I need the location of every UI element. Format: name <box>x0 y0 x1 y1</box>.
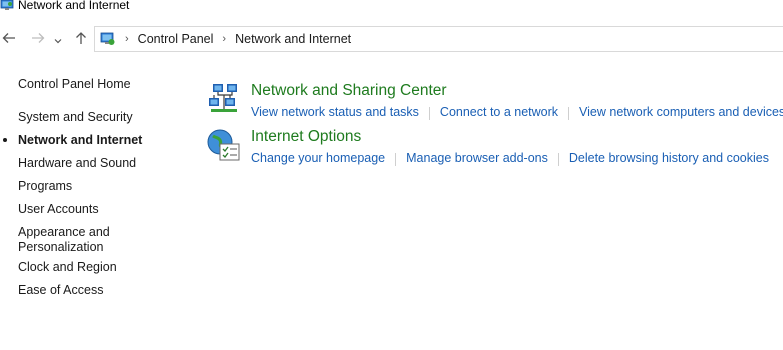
nav-network-and-internet[interactable]: Network and Internet <box>3 133 143 148</box>
delete-browsing-history-link[interactable]: Delete browsing history and cookies <box>569 151 769 166</box>
back-arrow-icon <box>2 31 16 49</box>
nav-network-and-internet-label: Network and Internet <box>18 133 143 147</box>
link-divider <box>428 107 430 120</box>
navigation-bar: › Control Panel › Network and Internet <box>0 26 783 54</box>
back-button[interactable] <box>0 30 18 50</box>
connect-to-network-link[interactable]: Connect to a network <box>440 105 558 120</box>
nav-system-and-security[interactable]: System and Security <box>18 110 133 125</box>
nav-clock-and-region[interactable]: Clock and Region <box>18 260 117 275</box>
up-arrow-icon <box>75 31 87 50</box>
title-bar: Network and Internet <box>0 0 129 14</box>
address-bar[interactable]: › Control Panel › Network and Internet <box>94 26 783 52</box>
internet-options-icon <box>207 128 241 162</box>
breadcrumb-separator-icon: › <box>125 33 129 45</box>
current-page-bullet <box>3 138 7 142</box>
control-panel-icon <box>0 0 14 12</box>
link-divider <box>395 153 397 166</box>
nav-programs[interactable]: Programs <box>18 179 72 194</box>
breadcrumb-separator-icon: › <box>222 33 227 45</box>
up-button[interactable] <box>72 30 90 50</box>
control-panel-location-icon <box>100 31 116 47</box>
network-sharing-icon <box>207 82 241 116</box>
recent-locations-button[interactable] <box>52 30 64 50</box>
forward-button[interactable] <box>29 30 47 50</box>
manage-browser-addons-link[interactable]: Manage browser add-ons <box>406 151 548 166</box>
network-sharing-center-link[interactable]: Network and Sharing Center <box>251 82 447 100</box>
window-title: Network and Internet <box>18 0 130 12</box>
link-divider <box>557 153 559 166</box>
nav-ease-of-access[interactable]: Ease of Access <box>18 283 103 298</box>
change-homepage-link[interactable]: Change your homepage <box>251 151 385 166</box>
breadcrumb-control-panel[interactable]: Control Panel <box>138 32 214 46</box>
nav-hardware-and-sound[interactable]: Hardware and Sound <box>18 156 136 171</box>
nav-user-accounts[interactable]: User Accounts <box>18 202 99 217</box>
breadcrumb-network-and-internet[interactable]: Network and Internet <box>235 32 351 46</box>
view-network-status-link[interactable]: View network status and tasks <box>251 105 419 120</box>
forward-arrow-icon <box>31 31 45 49</box>
internet-options-link[interactable]: Internet Options <box>251 128 361 146</box>
nav-control-panel-home[interactable]: Control Panel Home <box>18 77 131 92</box>
internet-options-task-links: Change your homepage Manage browser add-… <box>251 151 769 166</box>
chevron-down-icon <box>54 31 62 49</box>
control-panel-window: Network and Internet › Control Panel › N… <box>0 0 783 350</box>
nav-appearance-and-personalization[interactable]: Appearance and Personalization <box>18 225 118 255</box>
view-network-computers-link[interactable]: View network computers and devices <box>579 105 783 120</box>
network-sharing-task-links: View network status and tasks Connect to… <box>251 105 783 120</box>
link-divider <box>568 107 570 120</box>
